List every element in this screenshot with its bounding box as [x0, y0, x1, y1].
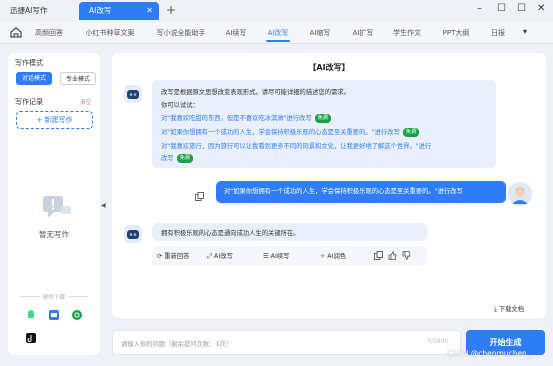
feature-nav: 高频回答 小红书种草文案 写小说全能助手 AI续写 AI改写 AI缩写 AI扩写…: [0, 22, 553, 44]
answer-actions: ⟳ 重新回答 ⤢ AI改写 ☰ AI续写 ✧ AI润色: [152, 246, 427, 266]
nav-ai-abbreviate[interactable]: AI缩写: [306, 22, 334, 44]
bot-answer-message: 拥有积极乐观的心态是通向成功人生的关键所在。: [152, 223, 427, 241]
answer-text: 拥有积极乐观的心态是通向成功人生的关键所在。: [161, 230, 300, 237]
bot-avatar-icon: [124, 85, 142, 103]
nav-frequent-answers[interactable]: 高频回答: [30, 22, 68, 44]
tiktok-icon[interactable]: [26, 333, 36, 343]
close-window-icon[interactable]: ✕: [537, 3, 545, 14]
copy-icon[interactable]: [374, 251, 383, 260]
example-prompt[interactable]: 对"我喜欢吃甜的东西，但是不喜欢吃冰淇淋"进行改写 免费: [161, 113, 332, 123]
thumbs-up-icon[interactable]: [388, 251, 397, 260]
chat-panel: 【AI改写】 改写是根据原文思想改变表现形式。请尽可能详细的描述您的需求。 你可…: [112, 53, 546, 318]
nav-daily-report[interactable]: 日报: [486, 22, 510, 44]
bot-avatar-icon: [124, 225, 142, 243]
example-text: 对"我喜欢吃甜的东西，但是不喜欢吃冰淇淋"进行改写: [161, 115, 312, 122]
user-message: 对"如果你想拥有一个成功的人生，学会保持积极乐观的心态是至关重要的。"进行改写: [216, 181, 506, 203]
download-label: 下载文档: [498, 306, 524, 313]
title-bar: 迅捷AI写作 AI改写 ✕ + – ☐ ☐ ✕: [0, 0, 553, 22]
restore-icon[interactable]: ☐: [517, 3, 526, 14]
input-placeholder: 请输入你的问题（剩余提问次数：1次）: [121, 341, 233, 348]
maximize-icon[interactable]: ☐: [497, 3, 506, 14]
android-icon[interactable]: [26, 310, 36, 320]
regenerate-button[interactable]: ⟳ 重新回答: [157, 251, 189, 260]
example-text: 对"我喜欢旅行，因为旅行可以让我看到更多不同的风景和文化，让我更好地了解这个世界…: [161, 143, 432, 150]
action-label: AI改写: [214, 253, 233, 260]
sidebar: 写作模式 对话模式 专业模式 写作记录 清空 + 新建写作 暂无写作 软件下载: [8, 53, 100, 355]
tab-xunjie-ai-writing[interactable]: 迅捷AI写作: [0, 2, 78, 20]
ai-continue-button[interactable]: ☰ AI续写: [263, 251, 289, 260]
watermark: CSDN @chenmuchen_: [447, 349, 531, 358]
nav-xiaohongshu-copy[interactable]: 小红书种草文案: [80, 22, 140, 44]
intro-text: 改写是根据原文思想改变表现形式。请尽可能详细的描述您的需求。: [161, 89, 350, 96]
dialog-mode-button[interactable]: 对话模式: [16, 72, 52, 85]
page-title: 【AI改写】: [308, 63, 350, 72]
action-label: AI润色: [327, 253, 347, 260]
empty-chat-icon: [43, 196, 71, 218]
nav-ai-expand[interactable]: AI扩写: [349, 22, 377, 44]
mode-title: 写作模式: [15, 59, 43, 67]
empty-text: 暂无写作: [39, 230, 69, 239]
tab-label: AI改写: [89, 6, 112, 15]
windows-icon[interactable]: [49, 310, 59, 320]
new-writing-button[interactable]: + 新建写作: [16, 111, 93, 129]
user-avatar: [508, 182, 532, 206]
nav-novel-assistant[interactable]: 写小说全能助手: [151, 22, 211, 44]
nav-ai-rewrite[interactable]: AI改写: [263, 22, 293, 44]
example-prompt[interactable]: 对"如果你想拥有一个成功的人生，学会保持积极乐观的心态是至关重要的。"进行改写免…: [161, 127, 420, 137]
tab-close-icon[interactable]: ✕: [146, 2, 153, 20]
action-label: AI续写: [270, 253, 290, 260]
collapse-sidebar-icon[interactable]: ◀: [101, 202, 106, 209]
download-icon: ⤓: [494, 306, 497, 313]
bot-intro-message: 改写是根据原文思想改变表现形式。请尽可能详细的描述您的需求。 你可以试试： 对"…: [152, 80, 496, 168]
example-text: 对"如果你想拥有一个成功的人生，学会保持积极乐观的心态是至关重要的。"进行改写: [161, 129, 400, 136]
download-doc-button[interactable]: ⤓ 下载文档: [494, 304, 524, 314]
new-tab-icon[interactable]: +: [166, 3, 176, 17]
example-prompt[interactable]: 改写 免费: [161, 153, 194, 163]
ai-rewrite-button[interactable]: ⤢ AI改写: [207, 251, 233, 261]
home-icon[interactable]: [10, 27, 22, 38]
example-prompt[interactable]: 对"我喜欢旅行，因为旅行可以让我看到更多不同的风景和文化，让我更好地了解这个世界…: [161, 141, 431, 150]
intro-text: 你可以试试：: [161, 102, 199, 109]
nav-ppt-outline[interactable]: PPT大纲: [439, 22, 473, 44]
tab-label: 迅捷AI写作: [10, 6, 48, 15]
nav-student-essay[interactable]: 学生作文: [390, 22, 424, 44]
records-title: 写作记录: [15, 98, 43, 106]
action-label: 重新回答: [164, 253, 190, 260]
free-badge: 免费: [176, 153, 194, 163]
example-text: 改写: [161, 155, 174, 162]
tab-ai-rewrite[interactable]: AI改写 ✕: [79, 2, 159, 20]
free-badge: 免费: [402, 127, 420, 137]
ai-polish-button[interactable]: ✧ AI润色: [320, 251, 346, 260]
question-input[interactable]: 请输入你的问题（剩余提问次数：1次） 0/1800: [112, 330, 461, 355]
char-counter: 0/1800: [427, 339, 448, 345]
web-link-icon[interactable]: [72, 310, 82, 320]
nav-ai-continue[interactable]: AI续写: [222, 22, 250, 44]
download-title: 软件下载: [42, 295, 65, 301]
free-badge: 免费: [314, 113, 332, 123]
minimize-icon[interactable]: –: [477, 3, 482, 14]
clear-records-button[interactable]: 清空: [80, 98, 91, 106]
copy-icon[interactable]: [195, 192, 204, 201]
pro-mode-button[interactable]: 专业模式: [60, 72, 96, 85]
chevron-down-icon[interactable]: ▾: [523, 27, 543, 39]
thumbs-down-icon[interactable]: [402, 251, 411, 260]
